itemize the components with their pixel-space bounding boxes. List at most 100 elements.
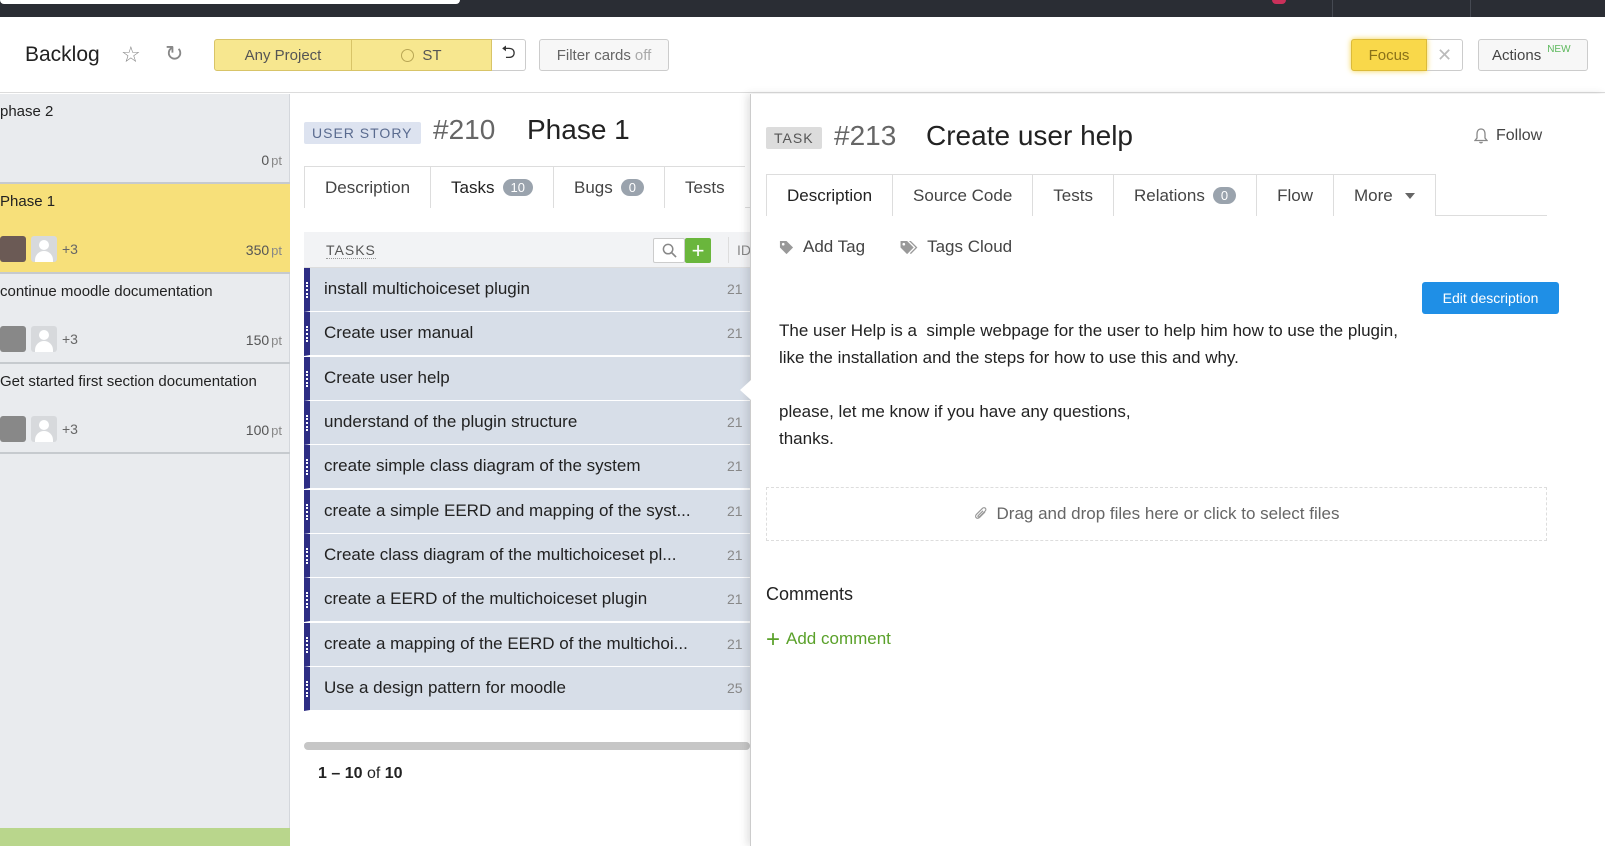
story-title[interactable]: Phase 1 bbox=[527, 114, 630, 146]
task-row[interactable]: understand of the plugin structure 21 bbox=[304, 401, 750, 445]
task-row[interactable]: Create class diagram of the multichoices… bbox=[304, 534, 750, 578]
tags-icon bbox=[900, 240, 918, 254]
page-title: Backlog bbox=[25, 43, 100, 66]
tab-description[interactable]: Description bbox=[766, 174, 894, 216]
close-focus-icon[interactable]: ✕ bbox=[1427, 39, 1463, 71]
id-column-header: ID bbox=[728, 237, 751, 263]
tags-cloud-button[interactable]: Tags Cloud bbox=[899, 237, 1012, 257]
add-comment-link[interactable]: + Add comment bbox=[766, 625, 891, 653]
tab-tasks[interactable]: Tasks 10 bbox=[430, 166, 554, 208]
topbar-divider bbox=[1470, 0, 1471, 17]
avatar-placeholder-icon bbox=[31, 326, 57, 352]
task-row[interactable]: install multichoiceset plugin 21 bbox=[304, 268, 750, 312]
task-row[interactable]: create a EERD of the multichoiceset plug… bbox=[304, 578, 750, 622]
avatar bbox=[0, 416, 26, 442]
count-badge: 0 bbox=[1212, 187, 1237, 204]
paperclip-icon bbox=[974, 507, 986, 519]
tab-tests[interactable]: Tests bbox=[663, 166, 745, 208]
story-number: #210 bbox=[433, 114, 496, 145]
task-row[interactable]: create simple class diagram of the syste… bbox=[304, 445, 750, 489]
task-row-selected[interactable]: Create user help bbox=[304, 357, 750, 401]
avatar-placeholder-icon bbox=[31, 236, 57, 262]
card-points: 0 pt bbox=[261, 152, 282, 168]
project-filter-button[interactable]: Any Project bbox=[214, 39, 352, 71]
count-badge: 10 bbox=[502, 179, 533, 196]
backlog-column: phase 2 0 pt Phase 1 +3 350 pt continue mo… bbox=[0, 94, 290, 846]
count-badge: 0 bbox=[620, 179, 644, 196]
tag-icon bbox=[779, 240, 794, 254]
drag-handle-icon[interactable] bbox=[306, 326, 309, 342]
add-task-icon[interactable]: + bbox=[685, 238, 711, 263]
undo-icon[interactable]: ⮌ bbox=[492, 39, 526, 71]
add-tag-button[interactable]: Add Tag bbox=[779, 237, 865, 257]
search-icon[interactable] bbox=[653, 238, 685, 263]
drag-handle-icon[interactable] bbox=[306, 637, 309, 653]
task-row[interactable]: Use a design pattern for moodle 25 bbox=[304, 667, 750, 711]
horizontal-scrollbar[interactable] bbox=[304, 742, 750, 750]
filter-cards-button[interactable]: Filter cards off bbox=[539, 39, 669, 71]
tab-relations[interactable]: Relations 0 bbox=[1112, 174, 1258, 216]
notification-dot bbox=[1272, 0, 1286, 4]
pagination-info: 1 – 10 of 10 bbox=[318, 765, 403, 782]
card-points: 150 pt bbox=[245, 332, 282, 348]
task-description[interactable]: The user Help is a simple webpage for th… bbox=[779, 317, 1539, 452]
card-assignees: +3 bbox=[0, 416, 78, 442]
card-points: 350 pt bbox=[245, 242, 282, 258]
drag-handle-icon[interactable] bbox=[306, 459, 309, 475]
card-points: 100 pt bbox=[245, 422, 282, 438]
task-tabs: Description Source Code Tests Relations 0… bbox=[766, 174, 1547, 216]
address-bar[interactable] bbox=[0, 0, 460, 4]
drag-handle-icon[interactable] bbox=[306, 282, 309, 298]
tasks-list-header: TASKS + ID bbox=[304, 232, 751, 268]
backlog-card[interactable]: continue moodle documentation +3 150 pt bbox=[0, 274, 290, 364]
tab-tests[interactable]: Tests bbox=[1032, 174, 1114, 216]
drag-handle-icon[interactable] bbox=[306, 681, 309, 697]
task-row[interactable]: create a mapping of the EERD of the mult… bbox=[304, 623, 750, 667]
tab-description[interactable]: Description bbox=[304, 166, 432, 208]
chevron-down-icon bbox=[1404, 192, 1415, 199]
tab-more[interactable]: More bbox=[1332, 174, 1436, 216]
focus-button[interactable]: Focus bbox=[1351, 39, 1427, 71]
edit-description-button[interactable]: Edit description bbox=[1422, 282, 1559, 314]
plus-icon: + bbox=[766, 625, 781, 653]
tab-source-code[interactable]: Source Code bbox=[892, 174, 1034, 216]
team-filter-button[interactable]: ST bbox=[352, 39, 492, 71]
follow-button[interactable]: Follow bbox=[1474, 127, 1542, 145]
task-title[interactable]: Create user help bbox=[926, 120, 1133, 152]
comments-heading: Comments bbox=[766, 584, 854, 604]
team-circle-icon bbox=[401, 48, 415, 62]
refresh-icon[interactable]: ↻ bbox=[165, 41, 183, 67]
browser-topbar bbox=[0, 0, 1605, 17]
context-selector: Any Project ST ⮌ bbox=[214, 39, 526, 71]
bell-icon bbox=[1474, 128, 1488, 144]
page-header: Backlog ☆ ↻ Any Project ST ⮌ Filter card… bbox=[0, 17, 1605, 93]
backlog-add-bar[interactable] bbox=[0, 828, 290, 846]
drag-handle-icon[interactable] bbox=[306, 371, 309, 387]
file-dropzone[interactable]: Drag and drop files here or click to sel… bbox=[766, 487, 1547, 541]
avatar-placeholder-icon bbox=[31, 416, 57, 442]
backlog-card[interactable]: phase 2 0 pt bbox=[0, 94, 290, 184]
backlog-card[interactable]: Get started first section documentation … bbox=[0, 364, 290, 454]
drag-handle-icon[interactable] bbox=[306, 504, 309, 520]
story-tabs: Description Tasks 10 Bugs 0 Tests bbox=[304, 166, 750, 208]
task-detail-panel: TASK #213 Create user help Follow Descri… bbox=[750, 94, 1605, 846]
avatar bbox=[0, 236, 26, 262]
tab-bugs[interactable]: Bugs 0 bbox=[552, 166, 665, 208]
entity-type-badge: TASK bbox=[766, 127, 822, 149]
tab-flow[interactable]: Flow bbox=[1256, 174, 1334, 216]
task-number: #213 bbox=[834, 120, 897, 151]
task-row[interactable]: create a simple EERD and mapping of the … bbox=[304, 490, 750, 534]
new-badge: NEW bbox=[1547, 43, 1571, 55]
avatar bbox=[0, 326, 26, 352]
tasks-header-label[interactable]: TASKS bbox=[326, 242, 376, 259]
actions-button[interactable]: Actions NEW bbox=[1478, 39, 1588, 71]
entity-type-badge: USER STORY bbox=[304, 122, 421, 144]
card-assignees: +3 bbox=[0, 326, 78, 352]
drag-handle-icon[interactable] bbox=[306, 548, 309, 564]
drag-handle-icon[interactable] bbox=[306, 592, 309, 608]
drag-handle-icon[interactable] bbox=[306, 415, 309, 431]
favorite-star-icon[interactable]: ☆ bbox=[121, 42, 141, 68]
task-row[interactable]: Create user manual 21 bbox=[304, 312, 750, 356]
user-story-panel: USER STORY #210 Phase 1 Description Task… bbox=[290, 94, 751, 846]
backlog-card-selected[interactable]: Phase 1 +3 350 pt bbox=[0, 184, 290, 274]
